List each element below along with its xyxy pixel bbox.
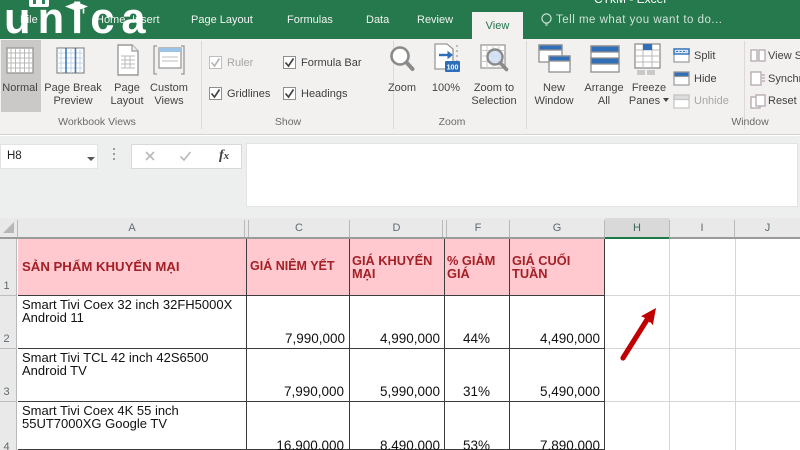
svg-text:100: 100 [447, 65, 459, 72]
